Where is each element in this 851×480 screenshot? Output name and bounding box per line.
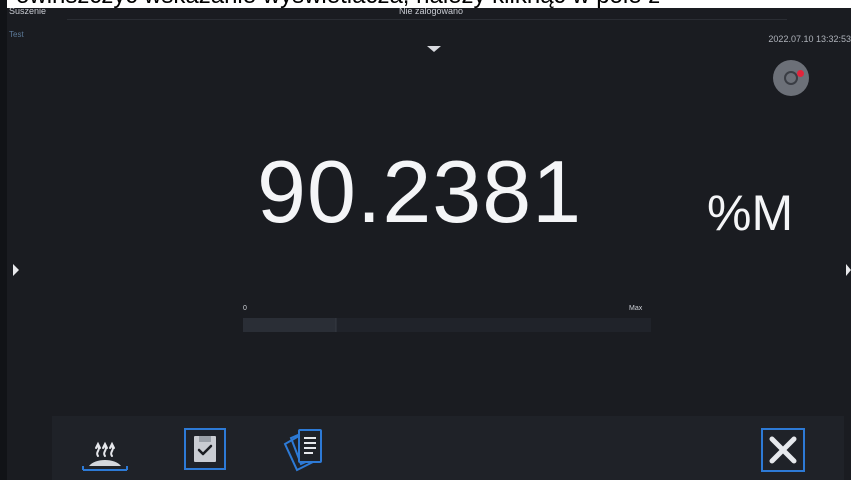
chevron-right-icon[interactable] <box>13 264 19 276</box>
left-edge <box>0 0 7 480</box>
bargraph-min-label: 0 <box>243 305 247 312</box>
instruction-banner: Powinszczyć wskazanie wyświetlacza, nale… <box>0 0 851 8</box>
weight-readout: 90.2381 <box>257 142 583 241</box>
chevron-left-icon[interactable] <box>846 264 851 276</box>
header-divider <box>67 19 787 20</box>
bargraph-max-label: Max <box>629 305 643 312</box>
instruction-banner-text: Powinszczyć wskazanie wyświetlacza, nale… <box>0 0 660 8</box>
datetime: 2022.07.10 13:32:53 <box>768 34 851 44</box>
chevron-down-icon[interactable] <box>427 46 441 52</box>
save-check-icon <box>184 428 226 470</box>
unit-label[interactable]: %M <box>707 188 793 238</box>
drying-icon <box>82 441 128 471</box>
save-button[interactable] <box>180 426 230 474</box>
record-icon <box>784 71 798 85</box>
reports-icon <box>283 429 322 472</box>
balance-screen: Suszenie Test Nie zalogowano 2022.07.10 … <box>7 8 851 480</box>
record-indicator <box>797 70 804 77</box>
drying-button[interactable] <box>79 426 131 474</box>
bargraph-divider <box>335 318 336 332</box>
record-button[interactable] <box>773 60 809 96</box>
bottom-toolbar <box>52 416 844 480</box>
close-icon <box>761 428 805 472</box>
user-status[interactable]: Nie zalogowano <box>399 8 463 16</box>
bargraph-fill <box>243 318 337 332</box>
mode-label[interactable]: Suszenie <box>9 8 46 16</box>
reports-button[interactable] <box>275 426 331 474</box>
close-button[interactable] <box>759 426 807 474</box>
submode-label: Test <box>9 30 24 39</box>
bargraph <box>243 318 651 332</box>
